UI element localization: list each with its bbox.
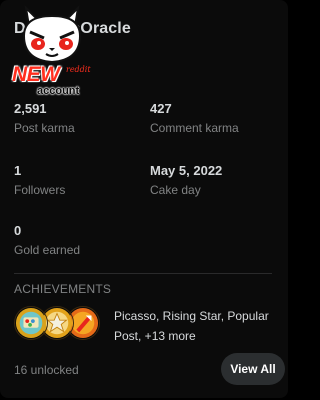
badge-account-text: account (37, 85, 80, 97)
comment-karma-label: Comment karma (150, 121, 239, 135)
cake-day-value: May 5, 2022 (150, 163, 223, 178)
divider (14, 273, 272, 274)
achievements-title: ACHIEVEMENTS (14, 282, 112, 296)
followers-stat[interactable]: 1 Followers (14, 163, 65, 197)
followers-label: Followers (14, 183, 66, 197)
post-karma-value: 2,591 (14, 101, 47, 116)
profile-header: DmMessOracle NEW reddit account (0, 0, 288, 97)
post-karma-stat: 2,591 Post karma (14, 101, 75, 135)
comment-karma-stat: 427 Comment karma (150, 101, 239, 135)
comment-karma-value: 427 (150, 101, 172, 116)
unlocked-count: 16 unlocked (14, 363, 79, 377)
badge-reddit-text: reddit (66, 65, 91, 74)
gold-label: Gold earned (14, 243, 81, 257)
gold-value: 0 (14, 223, 22, 238)
profile-card: DmMessOracle NEW reddit account (0, 0, 288, 398)
achievement-icons[interactable] (14, 306, 110, 342)
badge-new-text: NEW (12, 63, 60, 86)
cake-day-stat: May 5, 2022 Cake day (150, 163, 222, 197)
gold-stat: 0 Gold earned (14, 223, 80, 257)
cake-day-label: Cake day (150, 183, 201, 197)
followers-value: 1 (14, 163, 22, 178)
view-all-button[interactable]: View All (221, 353, 285, 385)
new-account-badge: NEW reddit account (12, 63, 97, 97)
achievements-summary: Picasso, Rising Star, Popular Post, +13 … (114, 309, 269, 343)
post-karma-label: Post karma (14, 121, 75, 135)
picasso-trophy-icon (14, 306, 48, 340)
